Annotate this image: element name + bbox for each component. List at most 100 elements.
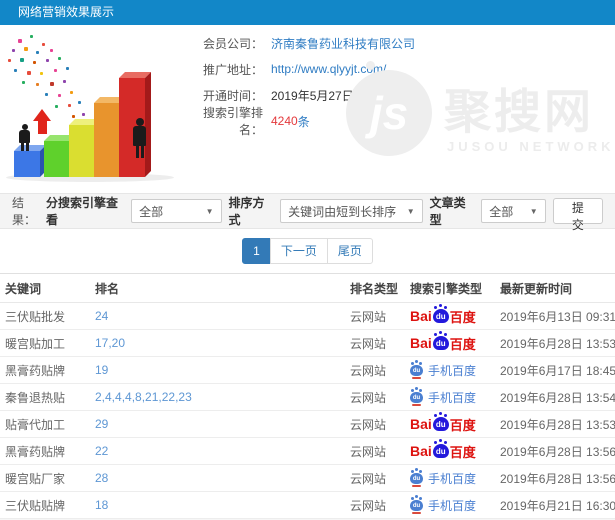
jusou-watermark: js 聚搜网 JUSOU NETWORK	[344, 67, 615, 182]
updated-cell: 2019年6月17日 18:45	[495, 357, 615, 384]
confetti-dot	[18, 39, 22, 43]
col-rank: 排名	[90, 274, 345, 303]
rank-link[interactable]: 22	[95, 444, 108, 458]
mobile-baidu-logo: du手机百度	[410, 362, 476, 379]
keyword-cell: 三伏贴贴牌	[0, 492, 90, 519]
rank-type-cell: 云网站	[345, 492, 405, 519]
confetti-dot	[14, 69, 17, 72]
rank-type-cell: 云网站	[345, 384, 405, 411]
rank-link[interactable]: 24	[95, 309, 108, 323]
rank-cell: 19	[90, 357, 345, 384]
chevron-down-icon: ▼	[522, 207, 538, 216]
baidu-logo-text: Bai	[410, 443, 432, 459]
chart-bar-blue	[14, 151, 40, 177]
baidu-logo: Baidu百度	[410, 334, 476, 353]
confetti-dot	[63, 80, 66, 83]
watermark-name: 聚搜网	[444, 73, 594, 142]
watermark-subtitle: JUSOU NETWORK	[447, 139, 615, 154]
table-row: 黑膏药贴牌22云网站Baidu百度2019年6月28日 13:56	[0, 438, 615, 465]
article-type-select[interactable]: 全部 ▼	[481, 199, 545, 223]
table-row: 三伏贴贴牌 18 云网站 du手机百度 2019年6月21日 16:30	[0, 492, 615, 519]
engine-cell: du手机百度	[405, 357, 495, 384]
baidu-logo: Baidu百度	[410, 307, 476, 326]
baidu-paw-icon: du	[410, 392, 423, 403]
baidu-logo-cn: 百度	[450, 307, 476, 326]
col-updated: 最新更新时间	[495, 274, 615, 303]
confetti-dot	[27, 71, 31, 75]
confetti-dot	[22, 81, 25, 84]
engine-cell: Baidu百度	[405, 303, 495, 330]
chart-bar-green	[44, 141, 69, 177]
rank-link[interactable]: 18	[95, 498, 108, 512]
engine-filter-label: 分搜索引擎查看	[46, 194, 124, 228]
table-row: 贴膏代加工29云网站Baidu百度2019年6月28日 13:53	[0, 411, 615, 438]
table-row: 暖宫贴厂家28云网站du手机百度2019年6月28日 13:56	[0, 465, 615, 492]
confetti-dot	[70, 91, 73, 94]
chevron-down-icon: ▼	[198, 207, 214, 216]
confetti-dot	[72, 115, 75, 118]
rank-cell: 24	[90, 303, 345, 330]
updated-cell: 2019年6月28日 13:54	[495, 384, 615, 411]
rank-link[interactable]: 29	[95, 417, 108, 431]
table-row: 三伏贴批发24云网站Baidu百度2019年6月13日 09:31	[0, 303, 615, 330]
rank-count-value: 4240	[271, 114, 298, 128]
baidu-paw-icon: du	[433, 336, 449, 350]
rank-cell: 17,20	[90, 330, 345, 357]
rank-type-cell: 云网站	[345, 330, 405, 357]
chart-bar-yellow	[69, 125, 94, 177]
updated-cell: 2019年6月28日 13:53	[495, 330, 615, 357]
article-type-label: 文章类型	[430, 194, 475, 228]
submit-button[interactable]: 提交	[553, 198, 603, 224]
confetti-dot	[82, 113, 85, 116]
mobile-baidu-logo: du手机百度	[410, 389, 476, 406]
engine-cell: Baidu百度	[405, 438, 495, 465]
mobile-baidu-label: 手机百度	[428, 470, 476, 487]
baidu-paw-icon: du	[410, 365, 423, 376]
rank-link[interactable]: 19	[95, 363, 108, 377]
updated-cell: 2019年6月21日 16:30	[495, 492, 615, 519]
page-header: 网络营销效果展示	[0, 0, 615, 25]
filter-bar: 结果： 分搜索引擎查看 全部 ▼ 排序方式 关键词由短到长排序 ▼ 文章类型 全…	[0, 193, 615, 229]
page-1-button[interactable]: 1	[242, 238, 271, 264]
rank-link[interactable]: 28	[95, 471, 108, 485]
company-link[interactable]: 济南秦鲁药业科技有限公司	[271, 35, 415, 52]
baidu-logo-text: Bai	[410, 308, 432, 324]
baidu-logo-cn: 百度	[450, 442, 476, 461]
rank-cell: 28	[90, 465, 345, 492]
baidu-logo-cn: 百度	[450, 334, 476, 353]
next-page-button[interactable]: 下一页	[270, 238, 328, 264]
keyword-cell: 黑膏药贴牌	[0, 438, 90, 465]
engine-cell: Baidu百度	[405, 330, 495, 357]
confetti-dot	[33, 61, 36, 64]
confetti-dot	[46, 59, 49, 62]
rank-type-cell: 云网站	[345, 411, 405, 438]
filter-controls: 分搜索引擎查看 全部 ▼ 排序方式 关键词由短到长排序 ▼ 文章类型 全部 ▼ …	[46, 194, 603, 228]
confetti-dot	[54, 69, 57, 72]
rank-cell: 2,4,4,4,8,21,22,23	[90, 384, 345, 411]
up-arrow-icon	[33, 109, 51, 134]
updated-cell: 2019年6月28日 13:53	[495, 411, 615, 438]
engine-filter-select[interactable]: 全部 ▼	[131, 199, 221, 223]
chevron-down-icon: ▼	[399, 207, 415, 216]
last-page-button[interactable]: 尾页	[327, 238, 373, 264]
mobile-baidu-logo: du手机百度	[410, 497, 476, 514]
confetti-dot	[58, 57, 61, 60]
confetti-dot	[68, 104, 71, 107]
baidu-paw-icon: du	[410, 500, 423, 511]
engine-cell: du手机百度	[405, 384, 495, 411]
sort-select[interactable]: 关键词由短到长排序 ▼	[280, 199, 422, 223]
baidu-paw-icon: du	[433, 417, 449, 431]
confetti-dot	[12, 49, 15, 52]
bar-chart-illustration	[0, 25, 185, 185]
rank-link[interactable]: 2,4,4,4,8,21,22,23	[95, 390, 192, 404]
confetti-dot	[55, 105, 58, 108]
rank-link[interactable]: 17,20	[95, 336, 125, 350]
confetti-dot	[58, 94, 61, 97]
rank-type-cell: 云网站	[345, 438, 405, 465]
confetti-dot	[66, 67, 69, 70]
promotion-url-label: 推广地址：	[183, 61, 263, 78]
sort-label: 排序方式	[229, 194, 274, 228]
confetti-dot	[50, 49, 53, 52]
table-row: 秦鲁退热贴2,4,4,4,8,21,22,23云网站du手机百度2019年6月2…	[0, 384, 615, 411]
info-row-company: 会员公司： 济南秦鲁药业科技有限公司	[183, 30, 415, 56]
